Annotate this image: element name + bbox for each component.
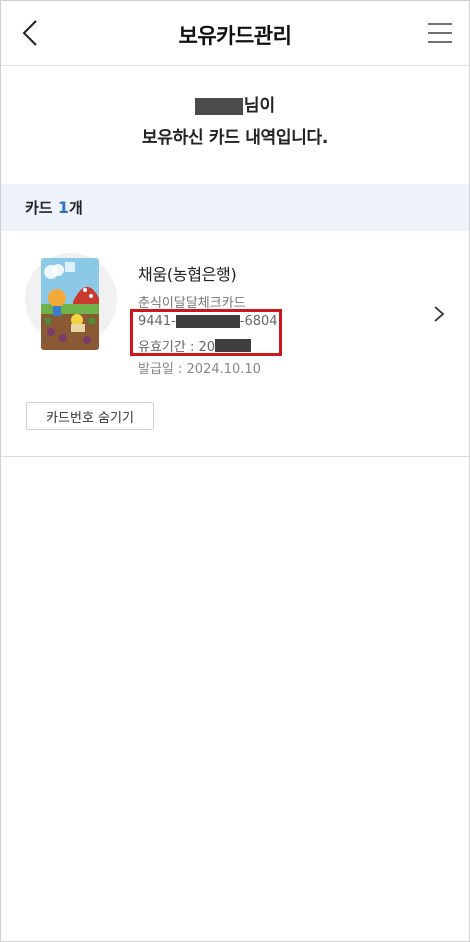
app-frame: 보유카드관리 님이 보유하신 카드 내역입니다. 카드 1개 채움(농협은행) … bbox=[0, 0, 470, 942]
top-app-bar: 보유카드관리 bbox=[1, 1, 469, 66]
menu-button[interactable] bbox=[427, 21, 453, 45]
section-divider bbox=[1, 456, 469, 457]
chevron-right-icon bbox=[434, 306, 445, 322]
greeting-name-line: 님이 bbox=[1, 95, 469, 117]
card-count-label: 카드 1개 bbox=[25, 197, 83, 218]
card-count-number: 1 bbox=[57, 198, 69, 217]
redacted-user-name bbox=[194, 97, 243, 115]
highlight-annotation-box bbox=[130, 309, 282, 356]
greeting-name-suffix: 님이 bbox=[243, 96, 276, 116]
greeting-block: 님이 보유하신 카드 내역입니다. bbox=[1, 95, 469, 148]
section-label-text: 카드 bbox=[25, 199, 53, 217]
card-issuer-name: 채움(농협은행) bbox=[138, 265, 237, 284]
card-illustration bbox=[41, 258, 99, 350]
card-issue-date: 발급일 : 2024.10.10 bbox=[138, 362, 261, 377]
card-list-item[interactable]: 채움(농협은행) 춘식이달달체크카드 9441- -6804 유효기간 : 20… bbox=[1, 231, 469, 391]
card-count-unit: 개 bbox=[68, 199, 83, 217]
greeting-message: 보유하신 카드 내역입니다. bbox=[141, 128, 329, 148]
card-image bbox=[41, 258, 99, 350]
hide-card-number-button[interactable]: 카드번호 숨기기 bbox=[26, 402, 154, 430]
card-count-bar: 카드 1개 bbox=[1, 184, 469, 231]
page-title: 보유카드관리 bbox=[178, 24, 292, 48]
hamburger-menu-icon bbox=[428, 23, 452, 43]
